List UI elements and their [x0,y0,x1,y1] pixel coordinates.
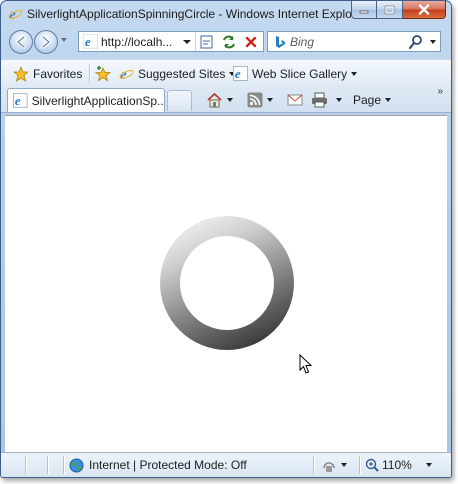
status-divider [25,456,26,474]
chevron-down-icon [336,97,342,102]
read-mail-button[interactable] [287,91,303,108]
home-icon [207,92,222,107]
home-button[interactable] [206,91,233,108]
back-icon [15,35,26,49]
search-provider-dropdown[interactable] [430,40,436,44]
chevron-down-icon [385,97,392,102]
status-divider [359,456,360,474]
zoom-icon [365,458,379,472]
globe-icon [69,457,84,473]
zoom-level: 110% [382,458,412,472]
suggested-sites-button[interactable]: e Suggested Sites [119,65,236,82]
search-icon[interactable] [408,34,424,50]
browser-window: e SilverlightApplicationSpinningCircle -… [0,0,452,478]
forward-icon [41,35,52,49]
ie-logo-icon: e [83,34,98,49]
page-menu-button[interactable]: Page [353,91,392,108]
favorites-label: Favorites [33,66,83,81]
add-to-favorites-bar-button[interactable] [95,65,112,82]
ie-logo-icon: e [13,93,28,108]
chevron-down-icon [425,463,432,467]
tab-silverlight-application[interactable]: e SilverlightApplicationSp... [7,88,165,112]
back-button[interactable] [9,30,33,54]
toolbar-separator [89,64,90,83]
close-icon [418,4,430,15]
rss-feed-icon [247,92,263,107]
tab-bar: e SilverlightApplicationSp... Page » [1,86,451,113]
security-icon [323,461,335,472]
chevron-down-icon [227,97,233,102]
security-zone[interactable]: Internet | Protected Mode: Off [69,456,247,474]
address-bar[interactable]: e http://localh... [78,31,264,52]
title-bar: e SilverlightApplicationSpinningCircle -… [1,1,451,27]
ie-logo-icon: e [119,67,134,81]
suggested-sites-label: Suggested Sites [138,66,226,81]
protected-mode-button[interactable] [321,456,347,474]
navigation-bar: e http://localh... Bing [1,27,451,59]
add-favorites-icon [95,65,112,81]
mouse-cursor-icon [299,354,312,374]
web-slice-gallery-label: Web Slice Gallery [252,66,348,81]
chevron-down-icon [351,71,358,76]
security-zone-text: Internet | Protected Mode: Off [89,458,247,472]
ie-logo-icon: e [233,66,248,81]
minimize-button[interactable] [351,1,377,19]
close-button[interactable] [403,1,446,19]
address-dropdown[interactable] [183,40,191,44]
address-divider [195,32,196,51]
spinning-circle [160,216,294,350]
mail-icon [287,94,303,105]
print-button[interactable] [311,91,342,108]
forward-button[interactable] [34,30,58,54]
status-bar: Internet | Protected Mode: Off 110% [1,452,451,477]
tab-label: SilverlightApplicationSp... [31,93,164,108]
new-tab-button[interactable] [167,90,192,111]
status-divider [47,456,48,474]
refresh-icon[interactable] [221,34,237,50]
zoom-button[interactable]: 110% [365,456,432,474]
search-placeholder: Bing [290,35,315,49]
favorites-star-icon [13,65,29,82]
page-menu-label: Page [353,92,382,107]
status-divider [63,456,64,474]
favorites-button[interactable]: Favorites [13,65,82,82]
chevron-down-icon [267,97,273,102]
minimize-icon [359,10,369,13]
spinning-circle-hole [180,236,274,330]
url-text[interactable]: http://localh... [101,35,172,49]
status-divider [313,456,314,474]
feeds-button[interactable] [247,91,273,108]
chevron-down-icon [341,463,347,467]
svg-text:e: e [235,66,241,81]
search-box[interactable]: Bing [267,31,441,52]
compatibility-view-icon[interactable] [199,34,215,50]
stop-icon[interactable] [243,34,259,50]
svg-text:e: e [85,34,91,49]
window-title: SilverlightApplicationSpinningCircle - W… [27,7,367,21]
bing-icon [276,36,285,48]
favorites-bar: Favorites e Suggested Sites e Web Slice … [1,59,451,87]
maximize-button[interactable] [377,1,403,19]
caption-buttons [351,1,446,20]
web-slice-gallery-button[interactable]: e Web Slice Gallery [233,65,358,82]
page-content [5,115,447,453]
maximize-icon [384,5,395,14]
ie-logo-icon: e [8,7,23,21]
recent-pages-dropdown[interactable] [61,38,67,42]
chevron-right-icon[interactable]: » [437,86,443,97]
svg-text:e: e [15,94,21,108]
print-icon [312,92,327,107]
